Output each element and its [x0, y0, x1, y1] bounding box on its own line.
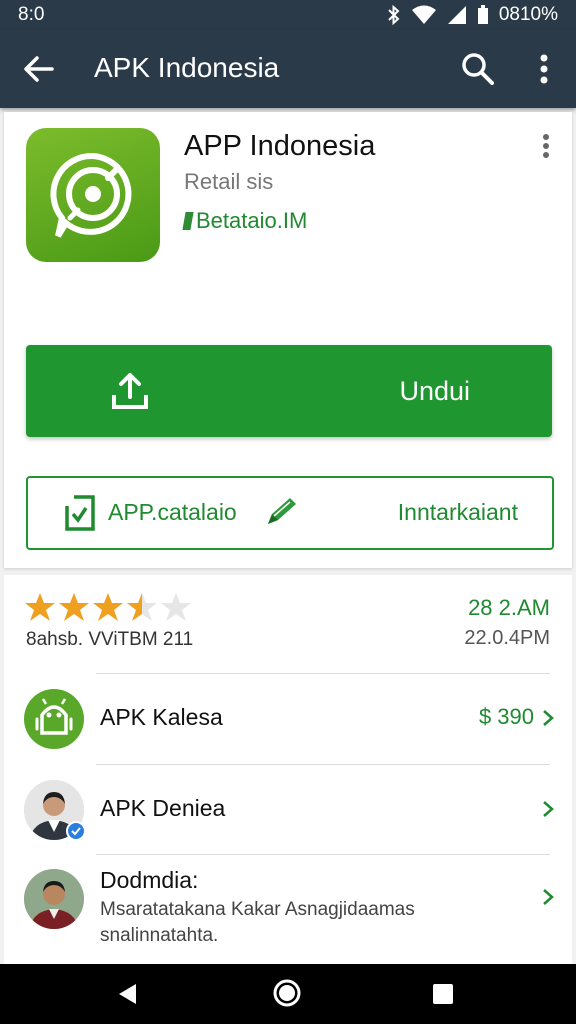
document-check-icon — [65, 495, 95, 531]
system-nav-bar — [0, 964, 576, 1024]
android-robot-glyph — [35, 698, 73, 735]
arrow-back-icon[interactable] — [22, 52, 56, 86]
verified-badge-icon — [66, 821, 86, 841]
android-robot-icon — [24, 689, 84, 749]
rating-stars — [24, 591, 192, 623]
list-item-price: $ 390 — [478, 704, 534, 729]
nav-recent-icon[interactable] — [432, 983, 454, 1005]
pencil-icon — [268, 498, 296, 524]
install-button[interactable]: Undui — [26, 345, 552, 437]
list-item-title: Dodmdia: — [100, 867, 199, 893]
wifi-icon — [411, 5, 436, 24]
list-item-subtitle: Msaratatakana Kakar Asnagjidaamas snalin… — [100, 899, 415, 946]
secondary-right-label: Inntarkaiant — [397, 499, 518, 525]
upload-icon — [112, 373, 148, 409]
more-vert-icon[interactable] — [530, 51, 558, 87]
install-button-label: Undui — [399, 376, 470, 406]
overflow-menu-icon[interactable] — [536, 132, 556, 160]
battery-icon — [477, 5, 488, 24]
badge-icon — [182, 212, 194, 230]
list-item[interactable]: APK Kalesa $ 390 — [4, 674, 572, 764]
list-item-title: APK Kalesa — [100, 704, 223, 730]
app-icon[interactable] — [26, 128, 160, 262]
list-item[interactable]: APK Deniea — [4, 765, 572, 855]
status-bar: 8:0 0810% — [0, 0, 576, 30]
secondary-left-label: APP.catalaio — [108, 499, 237, 525]
app-name: APP Indonesia — [184, 130, 376, 162]
star-icon — [25, 593, 55, 621]
battery-text: 0810% — [498, 4, 558, 25]
app-bar: APK Indonesia — [0, 30, 576, 108]
app-developer[interactable]: Retail sis — [184, 166, 273, 198]
search-icon[interactable] — [460, 51, 496, 87]
star-icon — [161, 593, 191, 621]
details-card: 8ahsb. VViTBM 211 28 2.AM 22.0.4PM APK K… — [4, 575, 572, 965]
chevron-right-icon — [543, 801, 554, 817]
chevron-right-icon — [543, 710, 554, 726]
rating-right-bottom: 22.0.4PM — [464, 627, 550, 649]
chat-bubble-compass-icon — [50, 152, 132, 238]
nav-home-icon[interactable] — [272, 978, 302, 1008]
nav-back-icon[interactable] — [116, 982, 140, 1006]
list-item-title: APK Deniea — [100, 795, 226, 821]
star-icon — [127, 593, 157, 621]
person-avatar — [24, 869, 84, 929]
secondary-button[interactable]: APP.catalaio Inntarkaiant — [26, 476, 554, 550]
chevron-right-icon — [543, 889, 554, 905]
status-time: 8:0 — [18, 4, 45, 25]
rating-caption: 8ahsb. VViTBM 211 — [26, 629, 194, 650]
person-avatar-glyph — [24, 869, 84, 929]
star-icon — [59, 593, 89, 621]
status-icons: 0810% — [387, 4, 558, 26]
app-header-card: APP Indonesia Retail sis Betataio.IM Und… — [4, 112, 572, 568]
page-title: APK Indonesia — [94, 52, 280, 83]
signal-icon — [447, 6, 466, 24]
app-badge: Betataio.IM — [182, 206, 308, 236]
rating-right-top: 28 2.AM — [468, 595, 550, 620]
bluetooth-icon — [388, 5, 400, 25]
app-badge-label: Betataio.IM — [196, 208, 308, 233]
star-icon — [93, 593, 123, 621]
list-item[interactable]: Dodmdia: Msaratatakana Kakar Asnagjidaam… — [4, 855, 572, 965]
